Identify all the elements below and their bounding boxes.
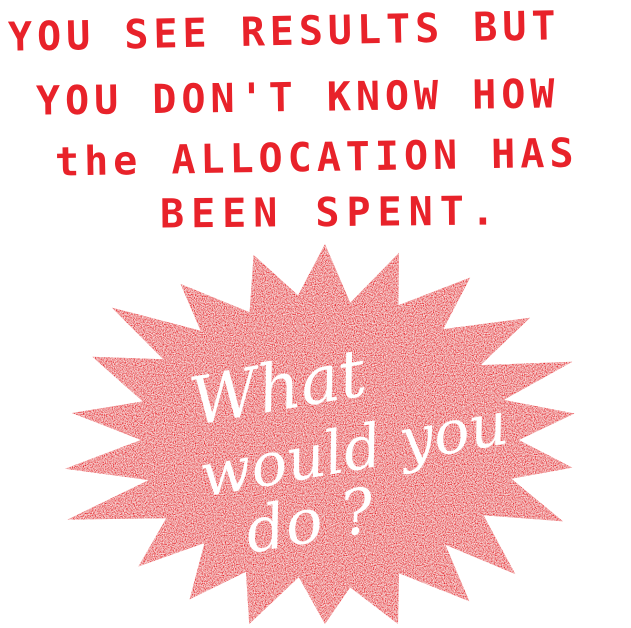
starburst-callout: What would you do ?	[0, 240, 631, 628]
headline-line-2: YOU DON'T KNOW HOW	[35, 71, 560, 125]
headline-line-1: YOU SEE RESULTS BUT	[7, 3, 561, 61]
headline-line-3: the ALLOCATION HAS	[54, 130, 579, 186]
headline-line-4: BEEN SPENT.	[159, 188, 503, 238]
headline: YOU SEE RESULTS BUT YOU DON'T KNOW HOW t…	[0, 0, 631, 250]
